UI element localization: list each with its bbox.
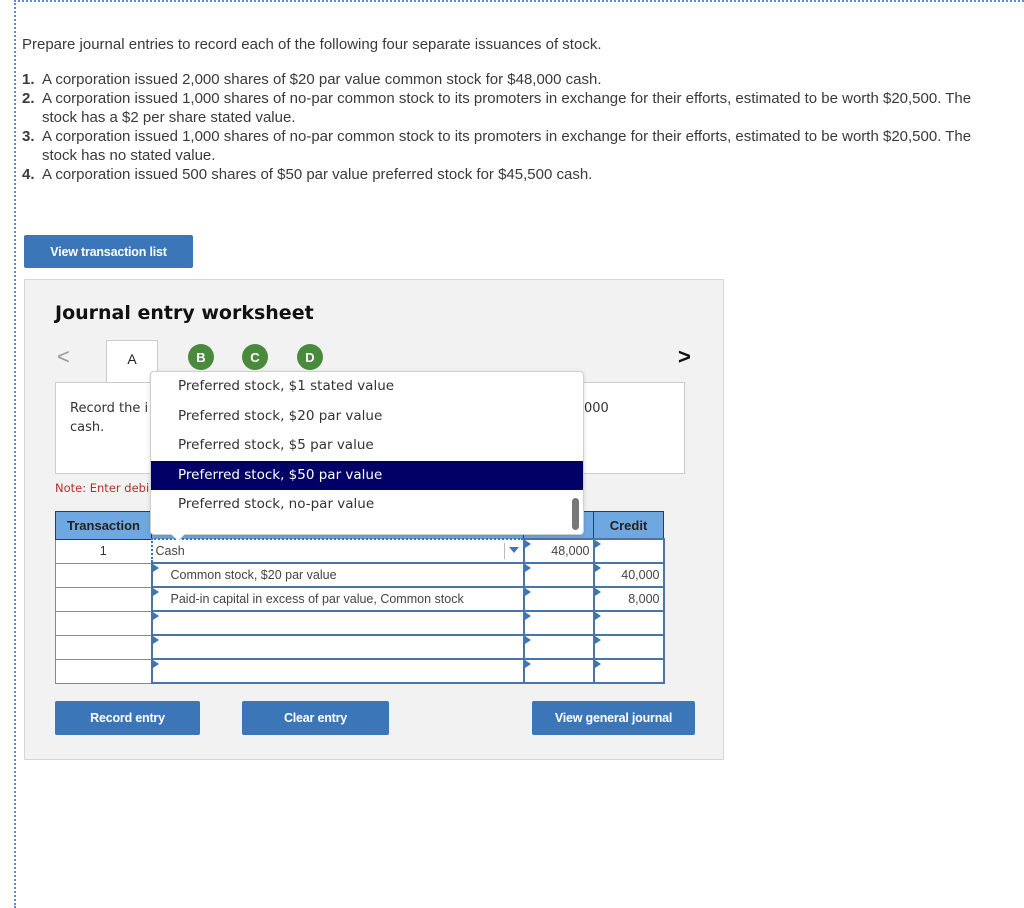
credit-value: 40,000 <box>621 568 660 582</box>
tab-d[interactable]: D <box>297 344 323 370</box>
cell-marker-icon <box>524 660 531 668</box>
cell-marker-icon <box>594 588 601 596</box>
problem-text: A corporation issued 2,000 shares of $20… <box>42 71 602 88</box>
dropdown-option-highlighted[interactable]: Preferred stock, $50 par value <box>151 460 583 490</box>
note-text: Note: Enter debi <box>55 481 150 495</box>
table-row: Paid-in capital in excess of par value, … <box>55 586 665 612</box>
table-row <box>55 634 665 660</box>
journal-table: Transaction General Journal Debit Credit… <box>55 511 665 684</box>
frame-border-top <box>14 0 1024 2</box>
debit-input[interactable] <box>522 562 595 588</box>
credit-input[interactable] <box>592 634 665 660</box>
tab-c[interactable]: C <box>242 344 268 370</box>
transaction-cell <box>55 586 152 612</box>
problem-text: A corporation issued 1,000 shares of no-… <box>42 90 972 126</box>
view-transaction-list-button[interactable]: View transaction list <box>24 235 193 268</box>
account-value: Common stock, $20 par value <box>170 568 337 582</box>
problem-number: 1. <box>22 71 35 88</box>
dropdown-option[interactable]: Preferred stock, no-par value <box>151 490 583 520</box>
debit-input[interactable] <box>522 634 595 660</box>
problem-number: 3. <box>22 128 35 145</box>
problem-list: 1. A corporation issued 2,000 shares of $… <box>22 70 992 184</box>
divider <box>503 543 505 559</box>
cell-marker-icon <box>152 612 159 620</box>
record-entry-button[interactable]: Record entry <box>55 701 200 735</box>
caret-down-icon[interactable] <box>508 547 519 553</box>
dropdown-scrollbar[interactable] <box>572 498 579 530</box>
transaction-cell <box>55 562 152 588</box>
cell-marker-icon <box>152 564 159 572</box>
account-select[interactable] <box>150 634 525 660</box>
description-end: 000 <box>584 401 609 416</box>
transaction-cell <box>55 610 152 636</box>
dropdown-option[interactable]: Preferred stock, $5 par value <box>151 431 583 461</box>
problem-number: 2. <box>22 90 35 107</box>
account-value: Paid-in capital in excess of par value, … <box>170 592 464 606</box>
tab-b[interactable]: B <box>188 344 214 370</box>
worksheet-title: Journal entry worksheet <box>55 302 314 324</box>
table-row <box>55 610 665 636</box>
account-select[interactable] <box>150 610 525 636</box>
table-row: 1 Cash 48,000 <box>55 538 665 564</box>
credit-input[interactable] <box>592 538 665 564</box>
account-select[interactable]: Paid-in capital in excess of par value, … <box>150 586 525 612</box>
cell-marker-icon <box>524 564 531 572</box>
view-general-journal-button[interactable]: View general journal <box>532 701 695 735</box>
credit-input[interactable] <box>592 658 665 684</box>
frame-border-left <box>14 0 16 908</box>
cell-marker-icon <box>152 636 159 644</box>
cell-marker-icon <box>524 540 531 548</box>
credit-input[interactable]: 40,000 <box>592 562 665 588</box>
cell-marker-icon <box>594 636 601 644</box>
problem-item: 1. A corporation issued 2,000 shares of $… <box>22 70 992 89</box>
cell-marker-icon <box>524 588 531 596</box>
account-select[interactable]: Cash <box>150 538 525 564</box>
debit-input[interactable] <box>522 658 595 684</box>
credit-value: 8,000 <box>628 592 660 606</box>
problem-number: 4. <box>22 166 35 183</box>
transaction-cell <box>55 634 152 660</box>
chevron-right-icon[interactable]: > <box>678 344 691 370</box>
cell-marker-icon <box>152 588 159 596</box>
dropdown-pointer <box>171 534 185 541</box>
credit-input[interactable] <box>592 610 665 636</box>
account-select[interactable]: Common stock, $20 par value <box>150 562 525 588</box>
header-transaction: Transaction <box>55 511 152 540</box>
table-row: Common stock, $20 par value 40,000 <box>55 562 665 588</box>
debit-input[interactable]: 48,000 <box>522 538 595 564</box>
problem-item: 4. A corporation issued 500 shares of $50… <box>22 165 992 184</box>
cell-marker-icon <box>152 660 159 668</box>
debit-input[interactable] <box>522 610 595 636</box>
description-start: Record the i <box>70 401 149 416</box>
table-row <box>55 658 665 684</box>
chevron-left-icon[interactable]: < <box>57 344 70 370</box>
cell-marker-icon <box>524 612 531 620</box>
cell-marker-icon <box>594 564 601 572</box>
question-intro: Prepare journal entries to record each o… <box>22 36 602 53</box>
problem-item: 2. A corporation issued 1,000 shares of n… <box>22 89 992 127</box>
credit-input[interactable]: 8,000 <box>592 586 665 612</box>
transaction-cell: 1 <box>55 538 152 564</box>
description-line2: cash. <box>70 420 105 435</box>
cell-marker-icon <box>594 660 601 668</box>
problem-text: A corporation issued 500 shares of $50 p… <box>42 166 593 183</box>
cell-marker-icon <box>594 540 601 548</box>
problem-text: A corporation issued 1,000 shares of no-… <box>42 128 972 164</box>
account-dropdown-list[interactable]: Preferred stock, $1 stated value Preferr… <box>150 371 584 541</box>
transaction-cell <box>55 658 152 684</box>
dropdown-option[interactable]: Preferred stock, $1 stated value <box>151 372 583 402</box>
header-credit: Credit <box>593 511 664 540</box>
account-select[interactable] <box>150 658 525 684</box>
dropdown-option[interactable]: Preferred stock, $20 par value <box>151 402 583 432</box>
account-value: Cash <box>155 544 185 558</box>
clear-entry-button[interactable]: Clear entry <box>242 701 389 735</box>
cell-marker-icon <box>594 612 601 620</box>
cell-marker-icon <box>524 636 531 644</box>
debit-value: 48,000 <box>551 544 590 558</box>
problem-item: 3. A corporation issued 1,000 shares of n… <box>22 127 992 165</box>
debit-input[interactable] <box>522 586 595 612</box>
